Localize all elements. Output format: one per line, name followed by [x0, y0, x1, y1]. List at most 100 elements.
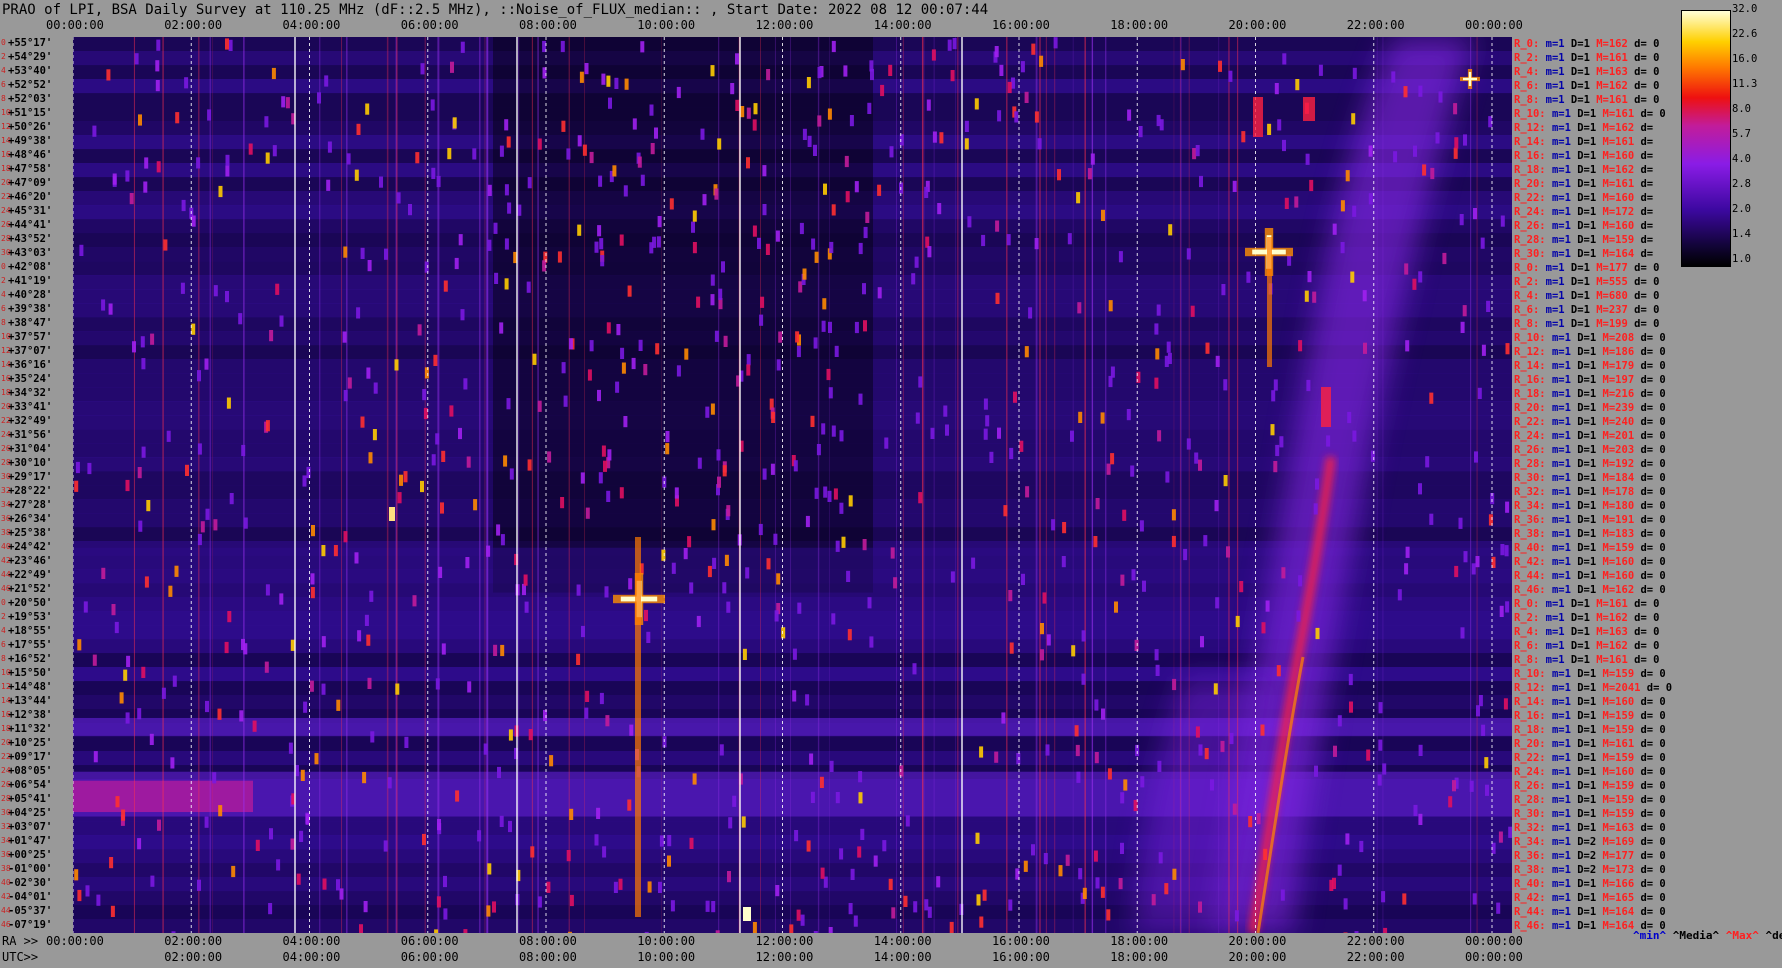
ray-deviation: d= 0	[1640, 724, 1666, 736]
x-tick-top: 16:00:00	[992, 18, 1050, 32]
noise-speckle	[643, 364, 648, 376]
noise-speckle	[629, 724, 634, 736]
noise-speckle	[1220, 740, 1225, 753]
noise-speckle	[168, 585, 173, 597]
ray-name: R_16:	[1514, 150, 1546, 162]
noise-speckle	[1151, 894, 1156, 906]
noise-speckle	[771, 411, 776, 423]
noise-speckle	[200, 521, 205, 533]
ray-name: R_18:	[1514, 724, 1546, 736]
ray-name: R_30:	[1514, 808, 1546, 820]
noise-speckle	[1020, 61, 1025, 73]
ray-deviation: d=	[1640, 234, 1654, 246]
ray-max: M=161	[1596, 94, 1628, 106]
noise-speckle	[1368, 193, 1373, 205]
declination-label: +06°54'	[8, 779, 53, 791]
noise-speckle	[324, 75, 329, 87]
ray-index: 4	[1, 626, 6, 635]
ray-min: m=1	[1545, 38, 1565, 50]
noise-speckle	[671, 562, 676, 574]
noise-speckle	[1279, 436, 1284, 448]
noise-speckle	[568, 338, 573, 350]
noise-speckle	[930, 427, 935, 439]
noise-speckle	[415, 152, 420, 164]
ray-name: R_46:	[1514, 920, 1546, 932]
noise-speckle	[839, 502, 844, 514]
noise-speckle	[1460, 321, 1465, 333]
declination-label: +10°25'	[8, 737, 53, 749]
noise-speckle	[773, 533, 778, 545]
noise-speckle	[1215, 597, 1220, 609]
noise-speckle	[646, 631, 651, 643]
ray-name: R_8:	[1514, 318, 1540, 330]
noise-speckle	[207, 109, 212, 121]
noise-speckle	[794, 830, 799, 842]
noise-speckle	[561, 120, 566, 132]
noise-speckle	[517, 204, 522, 216]
noise-speckle	[1034, 111, 1039, 123]
noise-speckle	[1120, 792, 1125, 804]
noise-speckle	[1100, 886, 1105, 898]
noise-speckle	[1164, 355, 1169, 367]
noise-speckle	[205, 508, 210, 520]
noise-speckle	[1204, 748, 1209, 760]
noise-speckle	[1171, 509, 1176, 521]
ray-min: m=1	[1551, 388, 1571, 400]
noise-speckle	[138, 520, 143, 532]
noise-speckle	[1256, 813, 1261, 825]
ray-min: m=1	[1551, 864, 1571, 876]
noise-speckle	[417, 324, 422, 336]
noise-speckle	[712, 557, 717, 569]
declination-label: +34°32'	[8, 387, 53, 399]
noise-speckle	[667, 835, 672, 847]
ray-stat-row: R_16: m=1 D=1 M=159 d= 0	[1514, 710, 1666, 722]
noise-speckle	[997, 427, 1001, 439]
noise-speckle	[932, 131, 937, 143]
noise-speckle	[1418, 85, 1423, 97]
utc-prefix: UTC>>	[2, 950, 39, 964]
declination-label: -01°00'	[8, 863, 53, 875]
ray-min: m=1	[1551, 682, 1571, 694]
noise-speckle	[914, 256, 919, 268]
noise-speckle	[279, 593, 284, 605]
noise-speckle	[1040, 649, 1044, 661]
noise-speckle	[659, 835, 664, 847]
noise-speckle	[101, 299, 106, 311]
noise-speckle	[1435, 132, 1440, 144]
noise-speckle	[931, 49, 936, 61]
noise-speckle	[1453, 147, 1458, 159]
noise-speckle	[797, 602, 802, 614]
ray-max: M=161	[1602, 136, 1635, 148]
noise-speckle	[1235, 615, 1240, 628]
noise-speckle	[1078, 411, 1083, 423]
noise-speckle	[834, 345, 839, 357]
noise-speckle	[1370, 450, 1375, 462]
noise-speckle	[1393, 151, 1398, 163]
noise-speckle	[369, 590, 374, 602]
noise-speckle	[810, 415, 815, 427]
ray-name: R_16:	[1514, 710, 1546, 722]
noise-speckle	[627, 285, 632, 297]
ray-min: m=1	[1551, 430, 1571, 442]
x-tick-ra: 04:00:00	[282, 934, 341, 948]
ray-stat-row: R_4: m=1 D=1 M=163 d= 0	[1514, 66, 1659, 78]
ray-median: D=1	[1577, 500, 1597, 512]
noise-speckle	[1234, 910, 1239, 922]
noise-speckle	[717, 138, 722, 150]
noise-speckle	[1168, 224, 1173, 236]
noise-speckle	[1221, 284, 1226, 296]
noise-speckle	[252, 720, 257, 732]
noise-speckle	[504, 119, 509, 131]
ray-min: m=1	[1551, 136, 1571, 148]
noise-speckle	[758, 523, 763, 536]
noise-speckle	[1332, 877, 1336, 889]
noise-speckle	[1477, 387, 1482, 399]
noise-speckle	[821, 423, 826, 435]
noise-speckle	[615, 381, 620, 393]
noise-speckle	[1100, 412, 1105, 424]
noise-speckle	[569, 808, 574, 820]
ray-min: m=1	[1545, 80, 1565, 92]
noise-speckle	[1031, 43, 1036, 55]
ray-name: R_8:	[1514, 654, 1540, 666]
ray-stat-row: R_30: m=1 D=1 M=164 d=	[1514, 248, 1653, 260]
